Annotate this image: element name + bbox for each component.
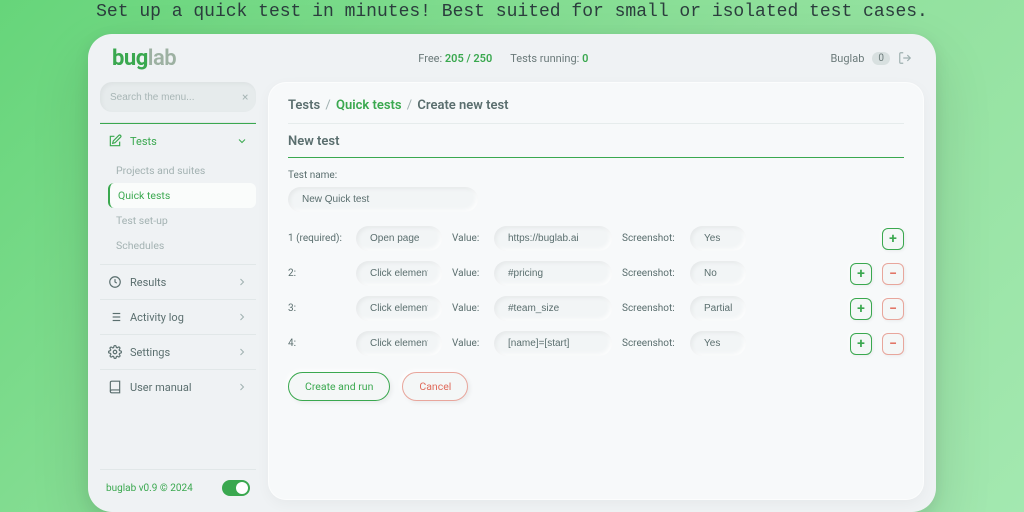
step-screenshot-input[interactable]	[690, 226, 746, 251]
step-index: 4:	[288, 338, 346, 349]
step-row: 4: Value: Screenshot: +−	[288, 331, 904, 356]
breadcrumb-tests[interactable]: Tests	[288, 98, 320, 113]
version-text: buglab v0.9 © 2024	[106, 483, 193, 494]
menu-item-manual[interactable]: User manual	[100, 370, 256, 404]
chevron-right-icon	[236, 311, 248, 323]
value-label: Value:	[452, 233, 484, 244]
header-stats: Free: 205 / 250 Tests running: 0	[176, 52, 830, 65]
step-screenshot-input[interactable]	[690, 331, 746, 356]
step-index: 1 (required):	[288, 233, 346, 244]
test-name-input[interactable]	[288, 187, 478, 212]
screenshot-label: Screenshot:	[622, 303, 680, 314]
step-index: 3:	[288, 303, 346, 314]
menu-item-activity[interactable]: Activity log	[100, 300, 256, 334]
chevron-right-icon	[236, 276, 248, 288]
search-input[interactable]	[110, 92, 242, 103]
dashboard-icon	[108, 275, 122, 289]
panel-title: New test	[288, 123, 904, 158]
gear-icon	[108, 345, 122, 359]
sidebar-item-test-setup[interactable]: Test set-up	[108, 208, 256, 233]
step-screenshot-input[interactable]	[690, 261, 746, 286]
menu-label-settings: Settings	[130, 346, 170, 359]
breadcrumb-create: Create new test	[417, 98, 508, 113]
sidebar-footer: buglab v0.9 © 2024	[100, 469, 256, 500]
chevron-down-icon	[236, 135, 248, 147]
menu-label-results: Results	[130, 276, 166, 289]
value-label: Value:	[452, 268, 484, 279]
cancel-button[interactable]: Cancel	[402, 372, 468, 401]
menu-item-results[interactable]: Results	[100, 265, 256, 299]
add-step-button[interactable]: +	[850, 263, 872, 285]
step-action-input[interactable]	[356, 331, 442, 356]
sidebar-item-quick-tests[interactable]: Quick tests	[108, 183, 256, 208]
value-label: Value:	[452, 303, 484, 314]
list-icon	[108, 310, 122, 324]
menu-label-manual: User manual	[130, 381, 192, 394]
screenshot-label: Screenshot:	[622, 268, 680, 279]
step-value-input[interactable]	[494, 226, 612, 251]
step-index: 2:	[288, 268, 346, 279]
sidebar: × Tests Projects and suites Quick tests …	[100, 82, 256, 500]
breadcrumb: Tests / Quick tests / Create new test	[288, 98, 904, 113]
exit-icon[interactable]	[898, 51, 912, 65]
step-row: 2: Value: Screenshot: +−	[288, 261, 904, 286]
page-tagline: Set up a quick test in minutes! Best sui…	[96, 0, 928, 34]
step-screenshot-input[interactable]	[690, 296, 746, 321]
menu-item-tests[interactable]: Tests	[100, 123, 256, 158]
user-name[interactable]: Buglab	[830, 52, 864, 65]
remove-step-button[interactable]: −	[882, 263, 904, 285]
theme-toggle[interactable]	[222, 480, 250, 496]
step-action-input[interactable]	[356, 296, 442, 321]
edit-icon	[108, 134, 122, 148]
screenshot-label: Screenshot:	[622, 233, 680, 244]
logo-part2: lab	[148, 46, 176, 71]
content-panel: Tests / Quick tests / Create new test Ne…	[268, 82, 924, 500]
breadcrumb-quick-tests[interactable]: Quick tests	[336, 98, 402, 113]
menu-item-settings[interactable]: Settings	[100, 335, 256, 369]
menu-label-tests: Tests	[130, 135, 157, 148]
app-window: buglab Free: 205 / 250 Tests running: 0 …	[88, 34, 936, 512]
add-step-button[interactable]: +	[882, 228, 904, 250]
user-count-badge: 0	[872, 52, 890, 65]
screenshot-label: Screenshot:	[622, 338, 680, 349]
menu-search[interactable]: ×	[100, 82, 256, 112]
value-label: Value:	[452, 338, 484, 349]
search-clear-icon[interactable]: ×	[242, 90, 248, 104]
sidebar-item-projects[interactable]: Projects and suites	[108, 158, 256, 183]
sidebar-item-schedules[interactable]: Schedules	[108, 233, 256, 258]
step-value-input[interactable]	[494, 261, 612, 286]
remove-step-button[interactable]: −	[882, 333, 904, 355]
chevron-right-icon	[236, 346, 248, 358]
book-icon	[108, 380, 122, 394]
step-value-input[interactable]	[494, 331, 612, 356]
logo-part1: bug	[112, 46, 148, 71]
app-header: buglab Free: 205 / 250 Tests running: 0 …	[88, 34, 936, 82]
logo[interactable]: buglab	[112, 46, 176, 71]
add-step-button[interactable]: +	[850, 333, 872, 355]
remove-step-button[interactable]: −	[882, 298, 904, 320]
menu-label-activity: Activity log	[130, 311, 184, 324]
chevron-right-icon	[236, 381, 248, 393]
add-step-button[interactable]: +	[850, 298, 872, 320]
step-value-input[interactable]	[494, 296, 612, 321]
step-action-input[interactable]	[356, 261, 442, 286]
test-name-label: Test name:	[288, 170, 904, 181]
running-counter: Tests running: 0	[510, 52, 588, 65]
step-row: 3: Value: Screenshot: +−	[288, 296, 904, 321]
menu: Tests Projects and suites Quick tests Te…	[100, 122, 256, 469]
free-counter: Free: 205 / 250	[418, 52, 492, 65]
step-row: 1 (required): Value: Screenshot: +	[288, 226, 904, 251]
create-and-run-button[interactable]: Create and run	[288, 372, 390, 401]
step-action-input[interactable]	[356, 226, 442, 251]
